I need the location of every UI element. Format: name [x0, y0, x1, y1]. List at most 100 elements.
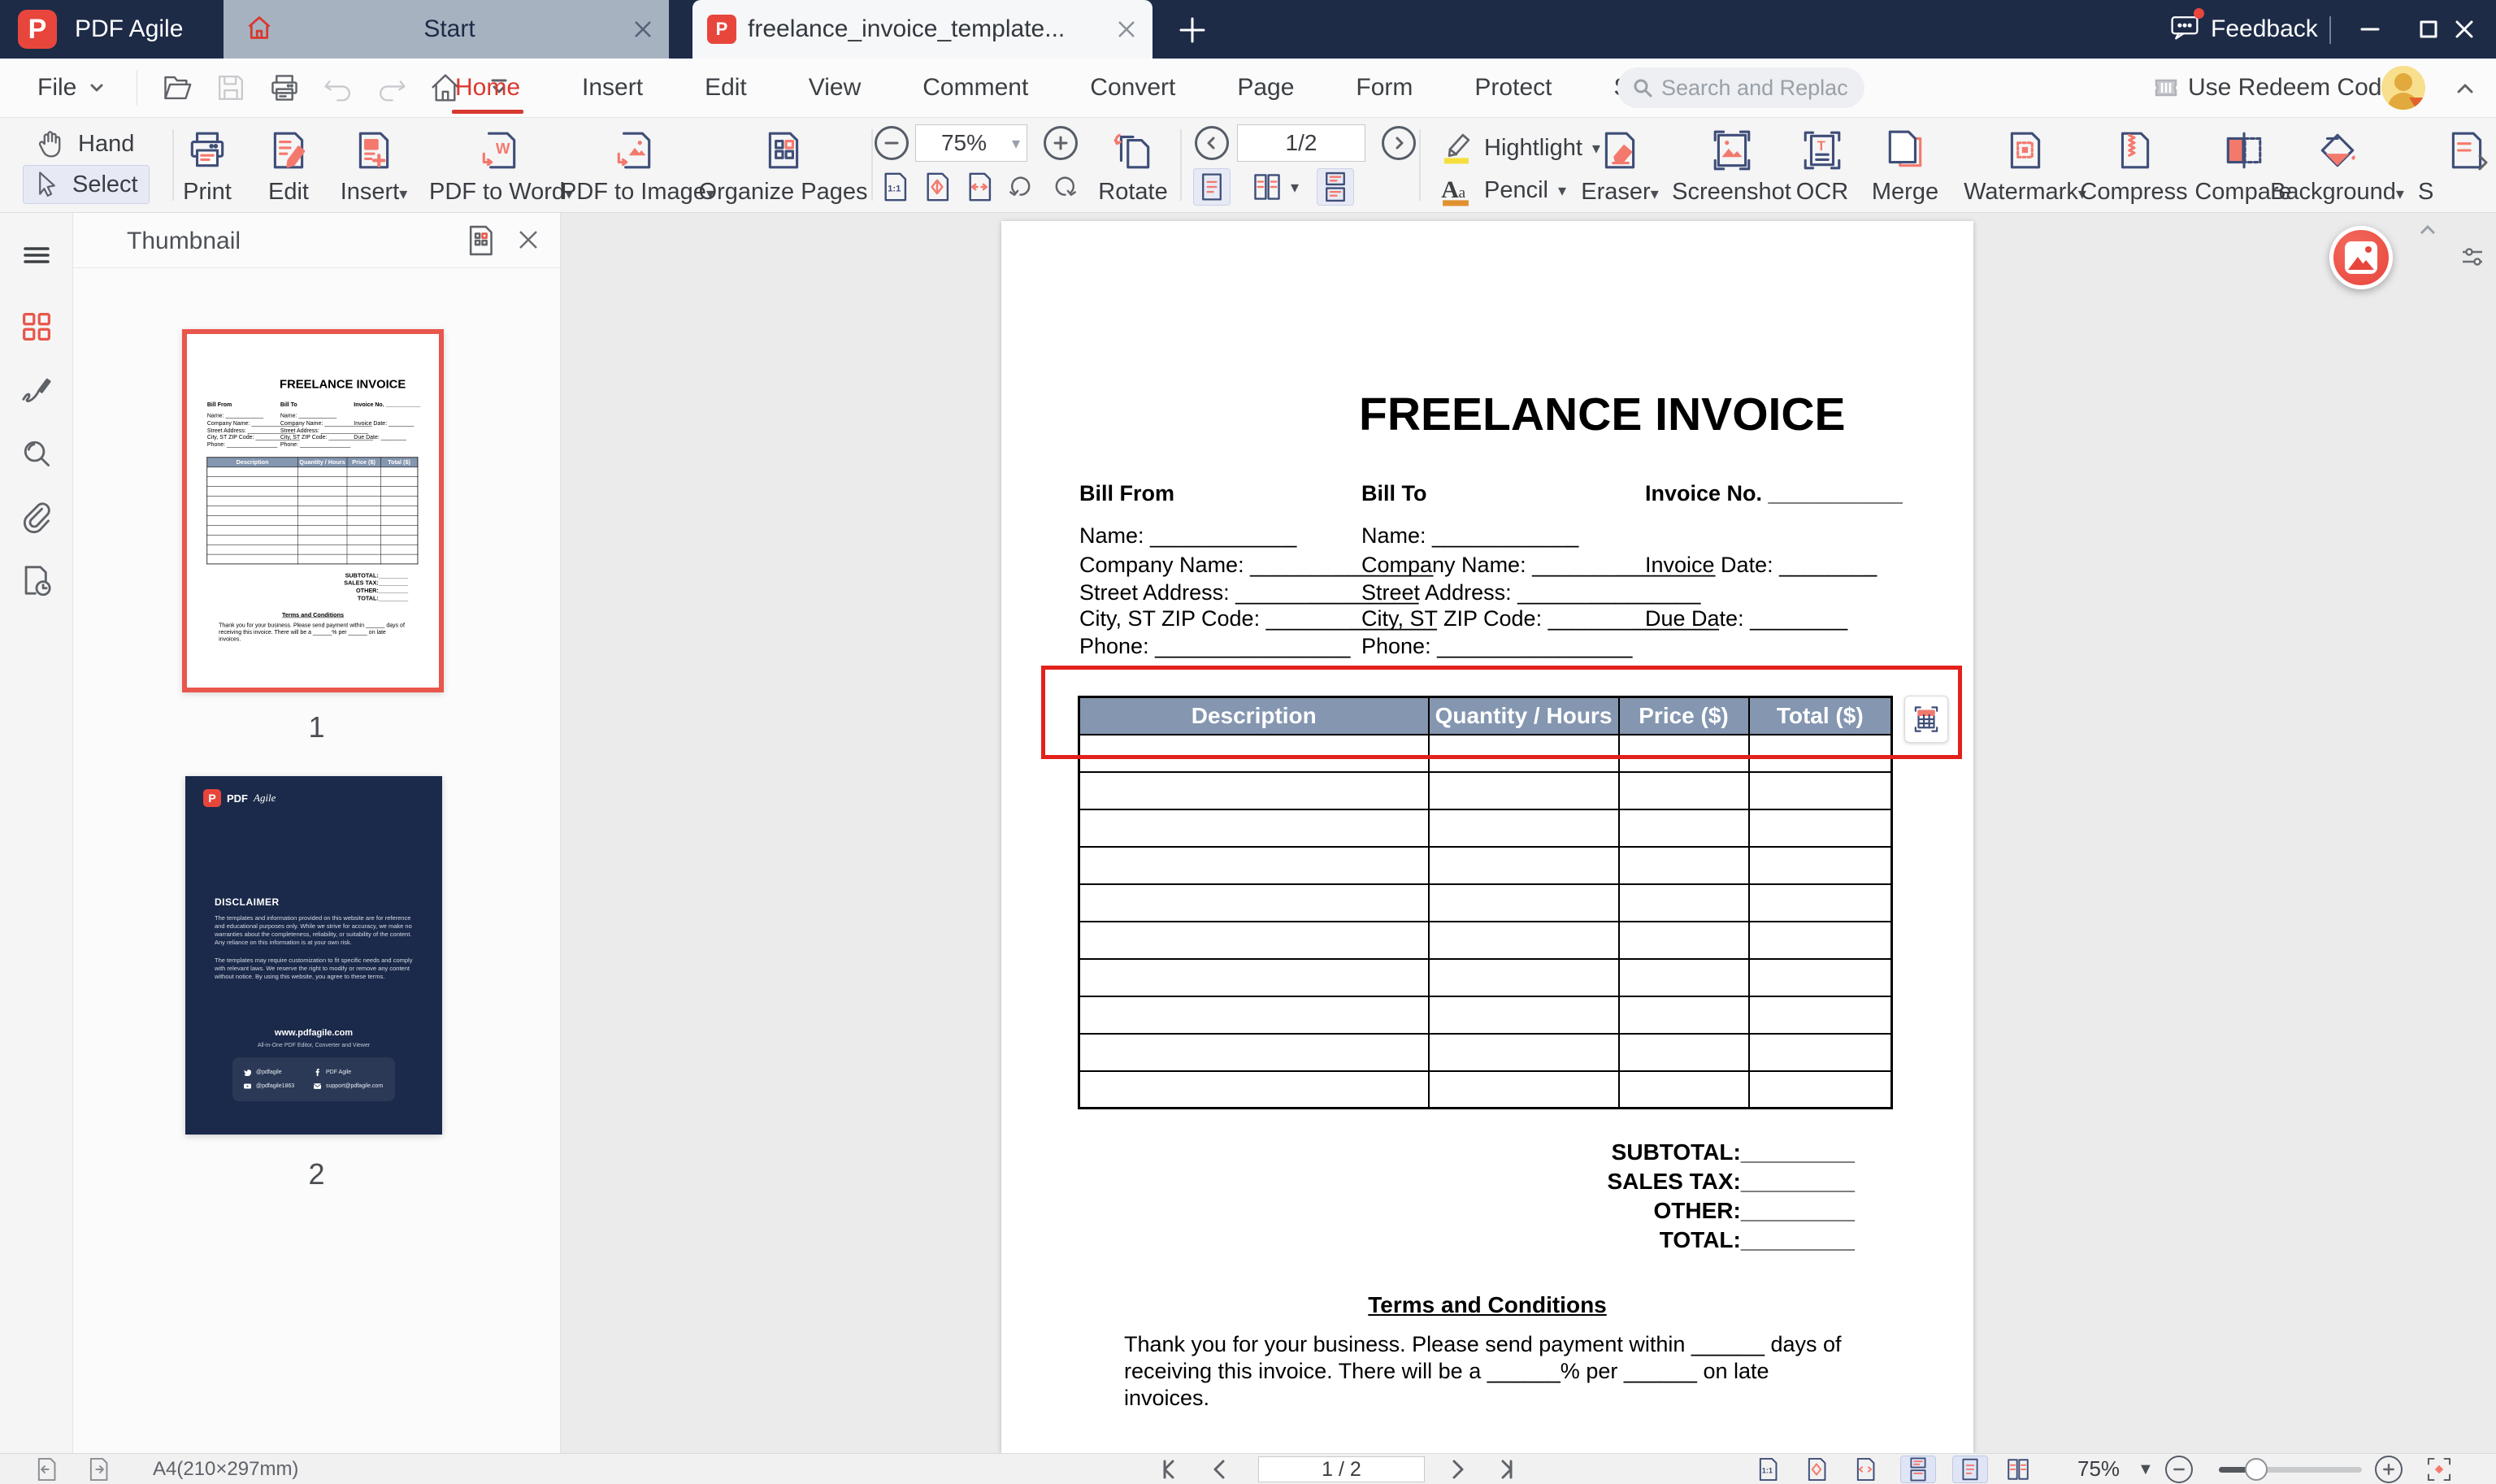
- eraser-button[interactable]: Eraser▾: [1567, 124, 1673, 206]
- menu-item-view[interactable]: View: [799, 59, 870, 117]
- fit-page-button-statusbar[interactable]: [1803, 1454, 1830, 1484]
- tab-start-close-icon[interactable]: [625, 11, 661, 47]
- window-close-button[interactable]: [2438, 0, 2490, 59]
- pencil-tool[interactable]: Aa Pencil ▾: [1437, 171, 1566, 209]
- page-2-thumbnail[interactable]: P PDF Agile DISCLAIMER The templates and…: [185, 776, 442, 1135]
- document-viewer[interactable]: FREELANCE INVOICE Bill From Name: ______…: [561, 213, 2496, 1453]
- menu-item-insert[interactable]: Insert: [572, 59, 653, 117]
- tab-document-close-icon[interactable]: [1109, 11, 1144, 47]
- actual-size-button[interactable]: 1:1: [876, 168, 914, 206]
- tab-start[interactable]: Start: [224, 0, 669, 59]
- next-page-button-statusbar[interactable]: [1445, 1454, 1469, 1484]
- table-tool-button[interactable]: [1904, 696, 1948, 743]
- toolbar-overflow-chevron[interactable]: [2472, 152, 2494, 177]
- single-page-view-button[interactable]: [1193, 168, 1231, 206]
- single-page-view-button-statusbar[interactable]: [1952, 1456, 1988, 1483]
- mini-invoice-table: Description Quantity / Hours Price ($) Tota…: [206, 457, 419, 565]
- page-2-number: 2: [308, 1157, 325, 1191]
- insert-button[interactable]: Insert▾: [325, 124, 423, 206]
- thumbnail-panel-icon[interactable]: [19, 309, 54, 345]
- previous-page-button-statusbar[interactable]: [1208, 1454, 1232, 1484]
- background-button[interactable]: Background▾: [2258, 124, 2416, 206]
- zoom-out-button[interactable]: [875, 126, 909, 160]
- two-page-view-button-statusbar[interactable]: [2004, 1454, 2032, 1484]
- file-menu[interactable]: File: [37, 74, 106, 102]
- menu-item-form[interactable]: Form: [1346, 59, 1422, 117]
- history-panel-icon[interactable]: [19, 562, 54, 598]
- hand-tool[interactable]: Hand: [28, 124, 142, 163]
- compress-button[interactable]: Compress: [2071, 124, 2197, 206]
- menu-item-protect[interactable]: Protect: [1465, 59, 1561, 117]
- search-and-replace[interactable]: [1617, 67, 1864, 108]
- fullscreen-button[interactable]: [2425, 1454, 2453, 1484]
- print-button[interactable]: Print: [163, 124, 252, 206]
- menu-item-comment[interactable]: Comment: [913, 59, 1038, 117]
- first-page-button[interactable]: [1157, 1454, 1182, 1484]
- pdf-to-image-button[interactable]: PDF to Image▾: [561, 124, 714, 206]
- properties-panel-toggle-icon[interactable]: [2458, 242, 2487, 276]
- zoom-slider-thumb[interactable]: [2245, 1458, 2268, 1481]
- edit-button[interactable]: Edit: [244, 124, 333, 206]
- zoom-in-button[interactable]: [1044, 126, 1078, 160]
- attachments-panel-icon[interactable]: [19, 499, 54, 535]
- new-tab-button[interactable]: [1174, 11, 1211, 49]
- fit-width-button-statusbar[interactable]: [1851, 1454, 1879, 1484]
- page-1-thumbnail[interactable]: FREELANCE INVOICE Bill From Name: ______…: [182, 329, 444, 692]
- menu-item-edit[interactable]: Edit: [695, 59, 757, 117]
- previous-page-button[interactable]: [1195, 126, 1229, 160]
- feedback-button[interactable]: Feedback: [2168, 0, 2318, 59]
- zoom-in-button-statusbar[interactable]: [2375, 1454, 2403, 1484]
- search-panel-icon[interactable]: [19, 436, 54, 471]
- continuous-view-button-statusbar[interactable]: [1900, 1456, 1936, 1483]
- screenshot-button[interactable]: Screenshot: [1665, 124, 1799, 206]
- insert-big-icon: [325, 124, 423, 172]
- user-avatar[interactable]: [2381, 66, 2425, 110]
- window-minimize-button[interactable]: [2344, 0, 2396, 59]
- menu-item-page[interactable]: Page: [1227, 59, 1304, 117]
- two-page-view-button[interactable]: [1248, 168, 1286, 206]
- organize-pages-button[interactable]: Organize Pages: [696, 124, 870, 206]
- next-page-button[interactable]: [1382, 126, 1416, 160]
- rotate-pages-button[interactable]: Rotate: [1084, 124, 1182, 206]
- ocr-button[interactable]: T OCR: [1782, 124, 1863, 206]
- next-view-button[interactable]: [85, 1454, 112, 1484]
- zoom-level-select[interactable]: 75% ▾: [915, 124, 1027, 162]
- menu-item-convert[interactable]: Convert: [1080, 59, 1185, 117]
- last-page-button[interactable]: [1494, 1454, 1518, 1484]
- continuous-scroll-view-button[interactable]: [1317, 168, 1355, 206]
- zoom-percent-label[interactable]: 75%: [2077, 1456, 2120, 1482]
- close-panel-icon[interactable]: [514, 226, 542, 258]
- subtotal-line: SUBTOTAL:_________: [1611, 1139, 1855, 1165]
- social-links-box: @pdfagile PDF Agile @pdfagile1863 suppor…: [232, 1057, 395, 1101]
- signature-panel-icon[interactable]: [19, 372, 54, 408]
- menu-item-home[interactable]: Home: [445, 59, 530, 117]
- page-number-box[interactable]: 1/2: [1237, 124, 1365, 162]
- panel-menu-icon[interactable]: [19, 237, 54, 273]
- fit-width-button[interactable]: [961, 168, 998, 206]
- collapse-toolbar-caret[interactable]: [2453, 76, 2477, 105]
- use-redeem-code-button[interactable]: Use Redeem Code: [2152, 74, 2395, 102]
- rotate-right-button[interactable]: [1045, 168, 1083, 206]
- app-logo-icon: P: [18, 10, 57, 49]
- fit-page-button[interactable]: [918, 168, 956, 206]
- scrollbar-up-arrow[interactable]: [2417, 219, 2438, 245]
- merge-button[interactable]: Merge: [1856, 124, 1954, 206]
- pdf-page[interactable]: FREELANCE INVOICE Bill From Name: ______…: [1001, 221, 1973, 1453]
- zoom-out-button-statusbar[interactable]: [2165, 1454, 2193, 1484]
- disclaimer-paragraph: The templates and information provided o…: [215, 914, 412, 946]
- zoom-dropdown-caret[interactable]: ▼: [2138, 1454, 2154, 1484]
- organize-pages-shortcut-icon[interactable]: [462, 223, 498, 263]
- select-tool[interactable]: Select: [23, 165, 150, 204]
- search-input[interactable]: [1661, 75, 1848, 101]
- rotate-left-button[interactable]: [1003, 168, 1040, 206]
- actual-size-button-statusbar[interactable]: 1:1: [1754, 1454, 1782, 1484]
- previous-view-button[interactable]: [33, 1454, 60, 1484]
- page-indicator-box[interactable]: 1 / 2: [1258, 1456, 1425, 1482]
- print-icon[interactable]: [267, 70, 302, 106]
- open-file-icon[interactable]: [159, 70, 195, 106]
- zoom-slider-track[interactable]: [2219, 1467, 2362, 1473]
- tab-document-active[interactable]: P freelance_invoice_template...: [692, 0, 1153, 59]
- templates-fab[interactable]: [2329, 226, 2393, 289]
- redeem-label: Use Redeem Code: [2188, 74, 2396, 101]
- pdf-to-word-button[interactable]: W PDF to Word▾: [429, 124, 573, 206]
